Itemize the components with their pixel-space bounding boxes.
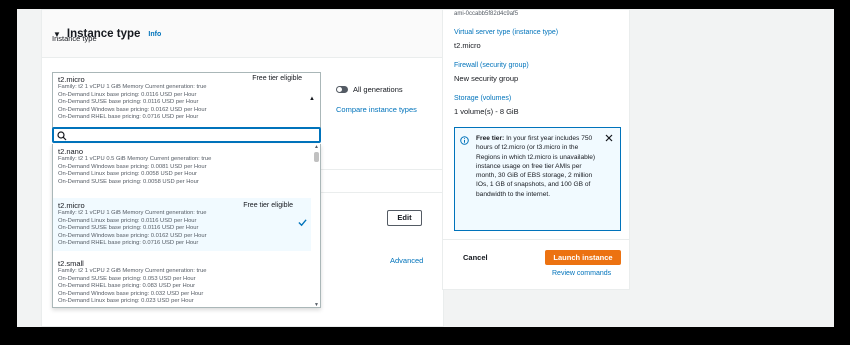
option-t2-micro[interactable]: t2.micro Free tier eligible Family: t2 1… xyxy=(53,198,311,251)
review-commands-link[interactable]: Review commands xyxy=(552,270,611,277)
storage-value: 1 volume(s) - 8 GiB xyxy=(454,107,519,116)
selected-meta-3: On-Demand Windows base pricing: 0.0162 U… xyxy=(58,106,207,113)
option-meta: Family: t2 1 vCPU 0.5 GiB Memory Current… xyxy=(58,156,212,162)
close-icon[interactable] xyxy=(605,134,613,142)
summary-divider xyxy=(443,239,629,240)
option-meta: On-Demand Linux base pricing: 0.0058 USD… xyxy=(58,171,197,178)
option-meta: On-Demand Windows base pricing: 0.032 US… xyxy=(58,290,204,297)
launch-instance-button[interactable]: Launch instance xyxy=(545,250,621,265)
option-name: t2.small xyxy=(58,259,84,268)
option-meta: On-Demand RHEL base pricing: 0.0716 USD … xyxy=(58,240,199,247)
compare-instance-types-link[interactable]: Compare instance types xyxy=(336,105,417,114)
selected-meta-0: Family: t2 1 vCPU 1 GiB Memory Current g… xyxy=(58,84,207,90)
caret-up-icon: ▲ xyxy=(309,96,315,102)
free-tier-heading: Free tier: xyxy=(476,135,505,142)
free-tier-text: Free tier: In your first year includes 7… xyxy=(476,134,603,199)
option-meta: On-Demand SUSE base pricing: 0.0058 USD … xyxy=(58,178,199,185)
info-icon xyxy=(460,136,469,145)
ami-id: ami-0ccabb5f82d4c9af5 xyxy=(454,11,519,17)
option-meta: On-Demand Linux base pricing: 0.023 USD … xyxy=(58,298,194,305)
summary-panel: ami-0ccabb5f82d4c9af5 Virtual server typ… xyxy=(442,9,630,290)
scroll-up-icon[interactable]: ▲ xyxy=(314,144,319,150)
scroll-thumb[interactable] xyxy=(314,152,319,162)
instance-type-select[interactable]: t2.micro Free tier eligible Family: t2 1… xyxy=(52,72,321,128)
option-meta: On-Demand SUSE base pricing: 0.053 USD p… xyxy=(58,275,196,282)
edit-button[interactable]: Edit xyxy=(387,210,422,226)
firewall-value: New security group xyxy=(454,74,519,83)
option-meta: On-Demand Linux base pricing: 0.0116 USD… xyxy=(58,217,197,224)
firewall-label[interactable]: Firewall (security group) xyxy=(454,62,529,69)
advanced-link[interactable]: Advanced xyxy=(390,256,423,265)
selected-meta-2: On-Demand SUSE base pricing: 0.0116 USD … xyxy=(58,99,199,106)
option-meta: On-Demand Windows base pricing: 0.0162 U… xyxy=(58,232,207,239)
check-icon xyxy=(298,219,307,227)
cancel-button[interactable]: Cancel xyxy=(463,253,488,262)
toggle-knob xyxy=(337,87,342,92)
option-name: t2.nano xyxy=(58,147,84,156)
free-tier-body: In your first year includes 750 hours of… xyxy=(476,135,596,198)
selected-free-tier: Free tier eligible xyxy=(252,75,302,82)
option-meta: Family: t2 1 vCPU 1 GiB Memory Current g… xyxy=(58,210,207,216)
option-t2-nano[interactable]: t2.nano Family: t2 1 vCPU 0.5 GiB Memory… xyxy=(53,144,311,189)
selected-meta-4: On-Demand RHEL base pricing: 0.0716 USD … xyxy=(58,114,199,121)
server-type-label[interactable]: Virtual server type (instance type) xyxy=(454,29,558,36)
free-tier-alert: Free tier: In your first year includes 7… xyxy=(454,127,621,231)
all-generations-toggle[interactable] xyxy=(336,86,348,93)
info-link[interactable]: Info xyxy=(148,31,161,38)
search-icon xyxy=(57,131,67,141)
selected-meta-1: On-Demand Linux base pricing: 0.0116 USD… xyxy=(58,91,197,98)
option-t2-small[interactable]: t2.small Family: t2 1 vCPU 2 GiB Memory … xyxy=(53,256,311,307)
option-meta: On-Demand SUSE base pricing: 0.0116 USD … xyxy=(58,225,199,232)
scroll-down-icon[interactable]: ▼ xyxy=(314,302,319,307)
option-meta: Family: t2 1 vCPU 2 GiB Memory Current g… xyxy=(58,268,207,274)
all-generations-label: All generations xyxy=(353,85,403,94)
instance-type-dropdown: t2.nano Family: t2 1 vCPU 0.5 GiB Memory… xyxy=(52,144,321,308)
launch-instance-screen: ▼ Instance type Info Instance type t2.mi… xyxy=(17,9,834,327)
option-free-tier: Free tier eligible xyxy=(243,202,293,209)
option-meta: On-Demand Windows base pricing: 0.0081 U… xyxy=(58,163,207,170)
storage-label[interactable]: Storage (volumes) xyxy=(454,95,511,102)
search-input[interactable] xyxy=(52,127,321,143)
option-meta: On-Demand RHEL base pricing: 0.083 USD p… xyxy=(58,283,196,290)
field-label: Instance type xyxy=(52,34,97,43)
dropdown-scrollbar[interactable]: ▲ ▼ xyxy=(312,144,320,307)
server-type-value: t2.micro xyxy=(454,41,481,50)
